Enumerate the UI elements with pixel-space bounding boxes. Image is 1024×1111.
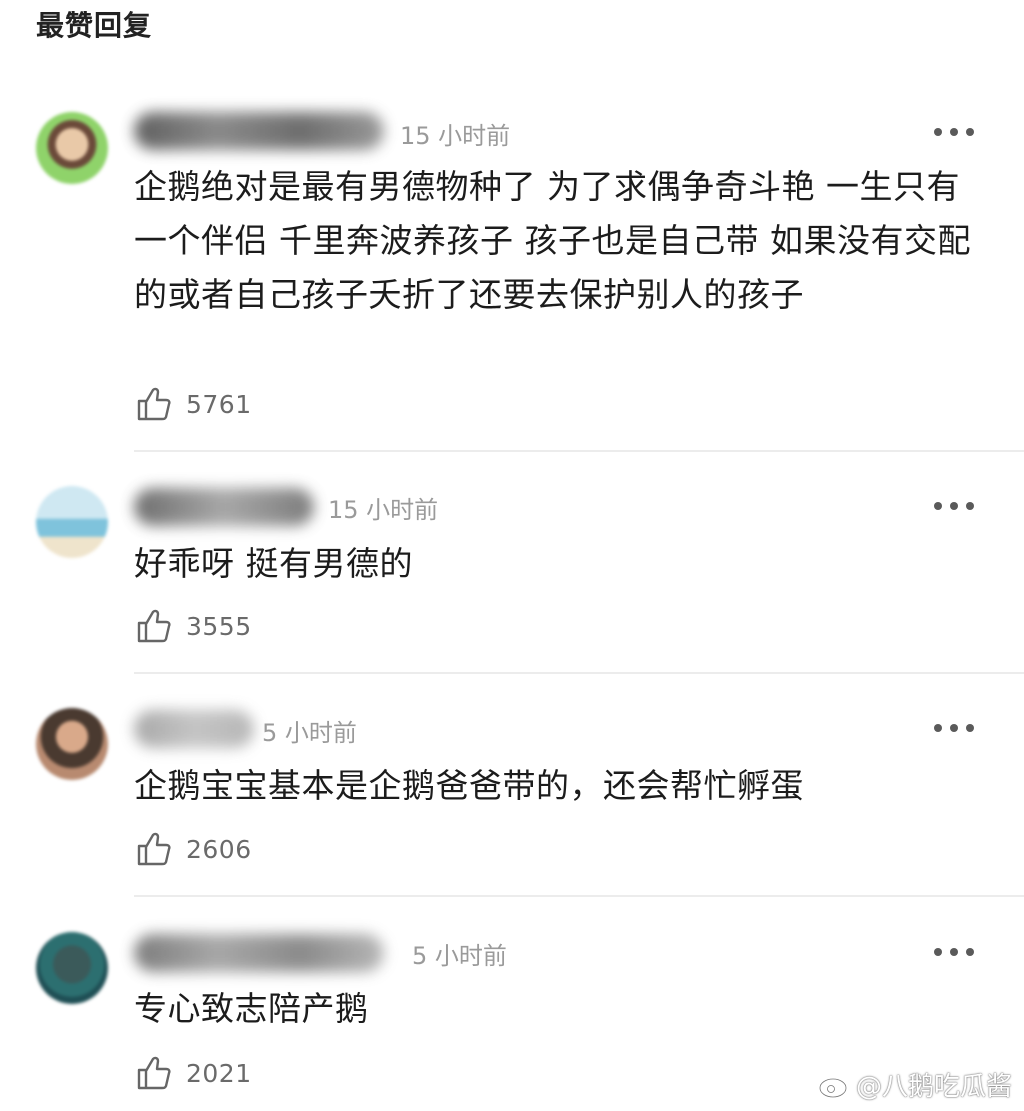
like-count: 3555: [186, 611, 252, 641]
comment-text: 专心致志陪产鹅: [134, 989, 369, 1028]
divider: [134, 450, 1024, 452]
like-count: 2021: [186, 1058, 252, 1088]
avatar[interactable]: [36, 932, 108, 1004]
comment-time: 15 小时前: [400, 122, 511, 150]
comment-text: 好乖呀 挺有男德的: [134, 544, 413, 583]
divider: [134, 672, 1024, 674]
like-button[interactable]: 3555: [136, 606, 252, 646]
like-button[interactable]: 2606: [136, 829, 252, 869]
username-blurred[interactable]: [134, 112, 384, 150]
weibo-logo-icon: [818, 1073, 852, 1098]
section-title: 最赞回复: [36, 9, 153, 42]
thumbs-up-icon: [137, 609, 171, 643]
like-count: 2606: [186, 834, 252, 864]
comment-text: 企鹅宝宝基本是企鹅爸爸带的，还会帮忙孵蛋: [134, 766, 804, 805]
watermark-text: @八鹅吃瓜酱: [855, 1072, 1012, 1102]
divider: [134, 895, 1024, 897]
like-button[interactable]: 2021: [136, 1053, 252, 1093]
avatar[interactable]: [36, 486, 108, 558]
more-options-icon[interactable]: [934, 500, 974, 512]
comment-time: 15 小时前: [328, 496, 439, 524]
thumbs-up-icon: [137, 1056, 171, 1090]
thumbs-up-icon: [137, 832, 171, 866]
username-blurred[interactable]: [134, 934, 384, 972]
like-button[interactable]: 5761: [136, 384, 252, 424]
username-blurred[interactable]: [134, 710, 254, 748]
watermark: @八鹅吃瓜酱: [818, 1066, 1012, 1103]
comment-time: 5 小时前: [412, 942, 507, 970]
thumbs-up-icon: [137, 387, 171, 421]
avatar[interactable]: [36, 112, 108, 184]
more-options-icon[interactable]: [934, 126, 974, 138]
more-options-icon[interactable]: [934, 946, 974, 958]
comment-text: 企鹅绝对是最有男德物种了 为了求偶争奇斗艳 一生只有一个伴侣 千里奔波养孩子 孩…: [134, 167, 971, 314]
username-blurred[interactable]: [134, 488, 314, 526]
comment-time: 5 小时前: [262, 719, 357, 747]
avatar[interactable]: [36, 708, 108, 780]
more-options-icon[interactable]: [934, 722, 974, 734]
like-count: 5761: [186, 389, 252, 419]
